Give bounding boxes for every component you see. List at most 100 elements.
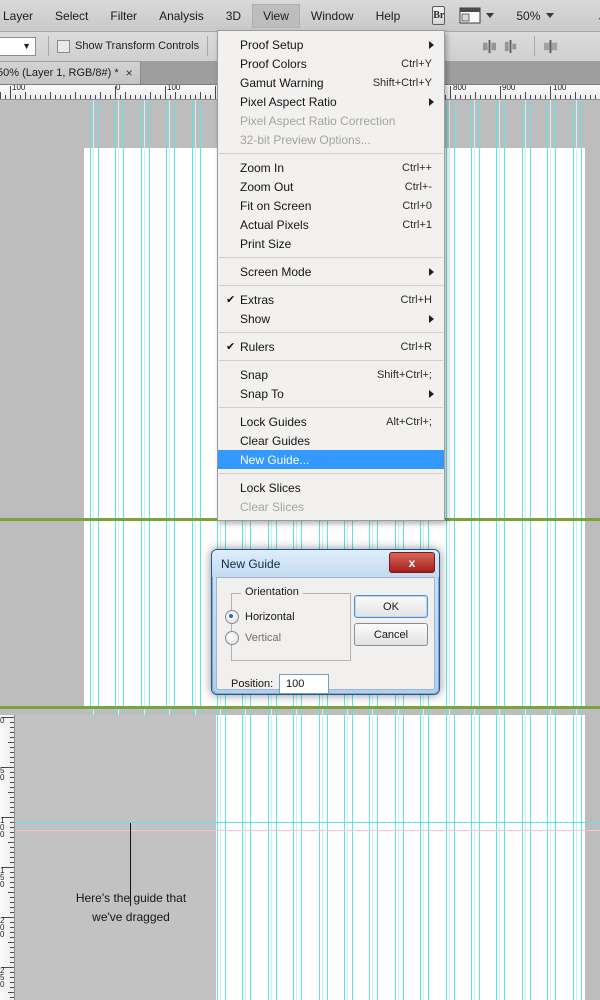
menu-item-clear-guides[interactable]: Clear Guides <box>218 431 444 450</box>
show-transform-controls-checkbox[interactable]: Show Transform Controls <box>57 39 199 53</box>
vertical-guide[interactable] <box>530 99 531 1000</box>
menu-item-label: Show <box>240 311 271 326</box>
distribute-vertical-icon[interactable] <box>482 39 497 54</box>
vertical-guide[interactable] <box>504 99 505 1000</box>
radio-vertical[interactable]: Vertical <box>225 631 281 645</box>
ruler-tick <box>165 86 166 99</box>
menu-item-shortcut: Ctrl+1 <box>402 218 432 231</box>
ruler-tick <box>465 95 466 99</box>
bridge-icon[interactable]: Br <box>432 6 446 25</box>
ruler-tick <box>10 832 14 833</box>
zoom-level-dropdown[interactable]: 50% <box>512 9 555 23</box>
menu-item-fit-on-screen[interactable]: Fit on Screen Ctrl+0 <box>218 196 444 215</box>
view-menu-dropdown[interactable]: Proof Setup Proof Colors Ctrl+Y Gamut Warni… <box>217 30 445 521</box>
position-input[interactable]: 100 <box>279 674 329 694</box>
ruler-tick <box>10 787 14 788</box>
ruler-tick <box>475 92 476 99</box>
vertical-guide[interactable] <box>576 99 577 1000</box>
vertical-guide[interactable] <box>555 99 556 1000</box>
vertical-guide[interactable] <box>471 99 472 1000</box>
document-tab[interactable]: 50% (Layer 1, RGB/8#) * × <box>0 61 141 84</box>
vertical-guide[interactable] <box>454 99 455 1000</box>
ruler-tick <box>500 86 501 99</box>
ruler-tick <box>205 95 206 99</box>
ruler-label: 0 <box>116 84 121 92</box>
menu-item-snap[interactable]: Snap Shift+Ctrl+; <box>218 365 444 384</box>
menu-view[interactable]: View <box>252 3 300 28</box>
close-icon[interactable]: × <box>126 67 133 79</box>
menu-item-shortcut: Ctrl+R <box>400 340 432 353</box>
vertical-guide[interactable] <box>522 99 523 1000</box>
menu-select[interactable]: Select <box>44 4 99 28</box>
menu-item-proof-colors[interactable]: Proof Colors Ctrl+Y <box>218 54 444 73</box>
ruler-tick <box>40 95 41 99</box>
menu-separator <box>219 332 443 333</box>
mode-combo[interactable]: ▼ <box>0 36 36 56</box>
menu-item-print-size[interactable]: Print Size <box>218 234 444 253</box>
menu-item-new-guide[interactable]: New Guide... <box>218 450 444 469</box>
cancel-button[interactable]: Cancel <box>354 623 428 646</box>
chevron-right-icon <box>429 389 434 398</box>
menu-item-rulers[interactable]: ✔ Rulers Ctrl+R <box>218 337 444 356</box>
menu-item-extras[interactable]: ✔ Extras Ctrl+H <box>218 290 444 309</box>
vertical-guide[interactable] <box>449 99 450 1000</box>
vertical-guide[interactable] <box>446 99 447 1000</box>
menu-analysis[interactable]: Analysis <box>148 4 215 28</box>
menu-item-label: 32-bit Preview Options... <box>240 132 371 147</box>
ruler-tick <box>170 95 171 99</box>
vertical-guide[interactable] <box>573 99 574 1000</box>
vertical-guide[interactable] <box>581 99 582 1000</box>
ruler-tick <box>575 92 576 99</box>
menu-separator <box>219 360 443 361</box>
new-guide-dialog[interactable]: New Guide x Orientation Horizontal Verti… <box>211 549 440 695</box>
ruler-tick <box>10 987 14 988</box>
menu-item-zoom-out[interactable]: Zoom Out Ctrl+- <box>218 177 444 196</box>
dialog-title-bar[interactable]: New Guide x <box>212 550 439 577</box>
guide-green-lower[interactable] <box>0 706 600 709</box>
ruler-tick <box>100 92 101 99</box>
menu-help[interactable]: Help <box>365 4 412 28</box>
vertical-guide[interactable] <box>496 99 497 1000</box>
ruler-tick <box>8 842 14 843</box>
menu-item-zoom-in[interactable]: Zoom In Ctrl++ <box>218 158 444 177</box>
vertical-guide[interactable] <box>479 99 480 1000</box>
vertical-guide[interactable] <box>550 99 551 1000</box>
distribute-horizontal-icon[interactable] <box>503 39 518 54</box>
vertical-guide[interactable] <box>474 99 475 1000</box>
menu-item-gamut-warning[interactable]: Gamut Warning Shift+Ctrl+Y <box>218 73 444 92</box>
vertical-guide[interactable] <box>499 99 500 1000</box>
ruler-tick <box>495 95 496 99</box>
ok-button[interactable]: OK <box>354 595 428 618</box>
menu-item-pixel-aspect-ratio[interactable]: Pixel Aspect Ratio <box>218 92 444 111</box>
menu-window[interactable]: Window <box>300 4 365 28</box>
ruler-tick <box>10 937 14 938</box>
ruler-tick <box>560 95 561 99</box>
menu-separator <box>219 285 443 286</box>
menu-item-actual-pixels[interactable]: Actual Pixels Ctrl+1 <box>218 215 444 234</box>
menu-3d[interactable]: 3D <box>215 4 252 28</box>
align-center-icon[interactable] <box>543 39 558 54</box>
ruler-tick <box>50 92 51 99</box>
ruler-label: 100 <box>167 84 181 92</box>
radio-horizontal[interactable]: Horizontal <box>225 610 295 624</box>
arrange-documents-button[interactable] <box>459 7 495 24</box>
menu-filter[interactable]: Filter <box>99 4 148 28</box>
menu-item-proof-setup[interactable]: Proof Setup <box>218 35 444 54</box>
ruler-tick <box>580 95 581 99</box>
menu-item-lock-slices[interactable]: Lock Slices <box>218 478 444 497</box>
menu-item-snap-to[interactable]: Snap To <box>218 384 444 403</box>
close-icon[interactable]: x <box>389 552 435 573</box>
menu-item-show[interactable]: Show <box>218 309 444 328</box>
menu-layer[interactable]: Layer <box>0 4 44 28</box>
menu-item-lock-guides[interactable]: Lock Guides Alt+Ctrl+; <box>218 412 444 431</box>
ruler-tick <box>155 95 156 99</box>
chevron-right-icon <box>429 314 434 323</box>
menu-item-screen-mode[interactable]: Screen Mode <box>218 262 444 281</box>
vertical-guide[interactable] <box>525 99 526 1000</box>
vertical-guide[interactable] <box>547 99 548 1000</box>
chevron-right-icon <box>429 40 434 49</box>
guide-horizontal-new[interactable] <box>14 822 600 823</box>
vertical-ruler[interactable]: 0 50 100 150 200 250 <box>0 715 15 1000</box>
ruler-label: 100 <box>0 816 5 839</box>
ruler-tick <box>35 95 36 99</box>
